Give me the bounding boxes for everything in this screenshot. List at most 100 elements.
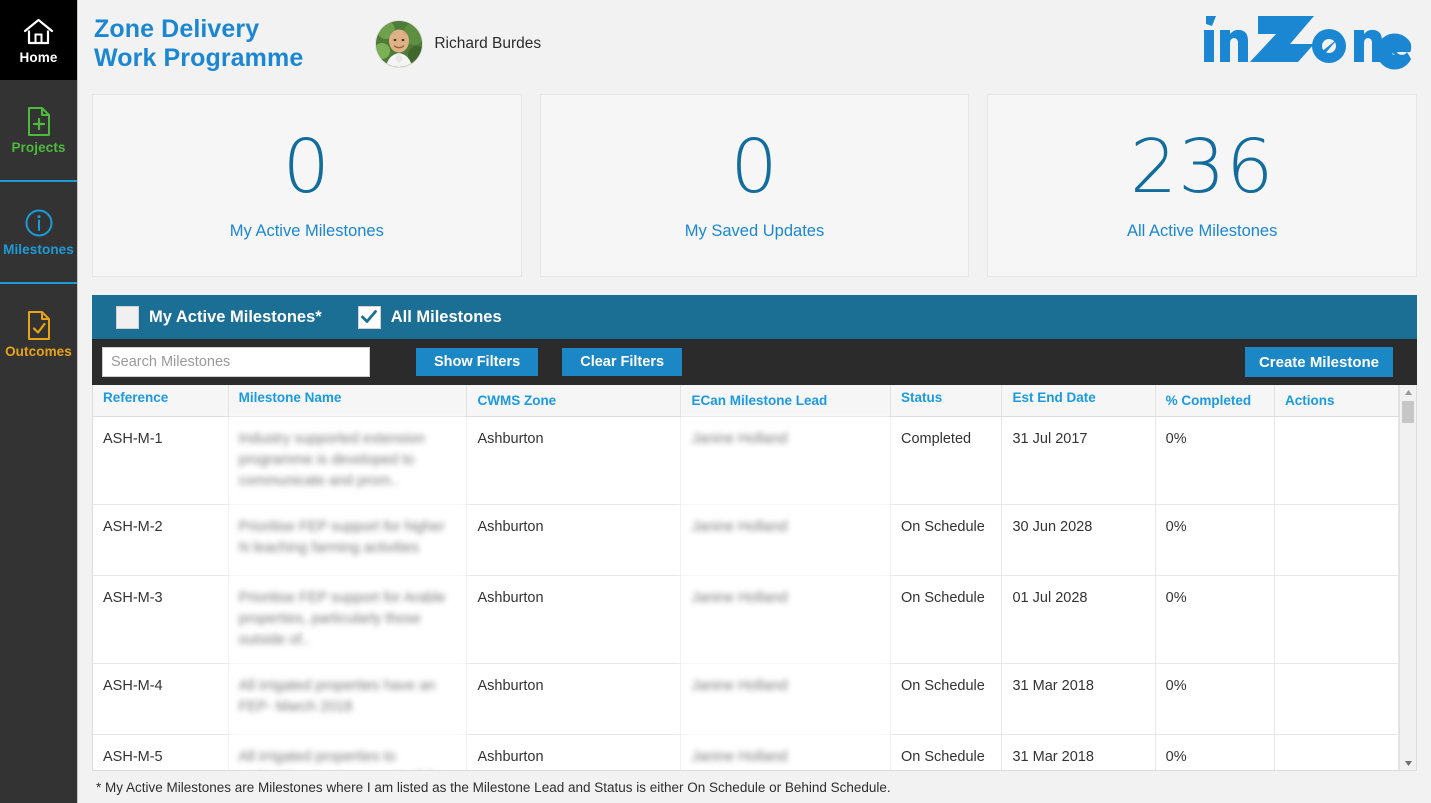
cell-status: On Schedule [890, 663, 1003, 736]
sidebar-item-label: Outcomes [5, 344, 72, 360]
cell-ecan-lead: Janine Holland [680, 416, 891, 506]
cell-est-end-date: 30 Jun 2028 [1001, 504, 1156, 577]
cell-status: On Schedule [890, 504, 1003, 577]
sidebar: Home Projects Milestones Outcomes [0, 0, 78, 803]
svg-text:e: e [1383, 22, 1413, 70]
avatar [376, 21, 423, 67]
milestones-table: Reference Milestone Name CWMS Zone ECan … [93, 385, 1399, 770]
cell-actions[interactable] [1274, 734, 1399, 770]
column-header-actions[interactable]: Actions [1274, 385, 1399, 417]
cell-milestone-name: Prioritise FEP support for higher N leac… [228, 504, 468, 577]
table-row[interactable]: ASH-M-4 All irrigated properties have an… [93, 663, 1399, 736]
column-header-cwms-zone[interactable]: CWMS Zone [466, 385, 682, 417]
filter-panel: My Active Milestones* All Milestones Sho… [92, 295, 1417, 385]
card-all-active-milestones[interactable]: 236 All Active Milestones [987, 94, 1418, 277]
scroll-up-arrow-icon[interactable] [1404, 385, 1413, 399]
checkbox-all-milestones[interactable] [357, 305, 381, 329]
cell-status: On Schedule [890, 734, 1003, 770]
table-row[interactable]: ASH-M-5 All irrigated properties to unde… [93, 734, 1399, 770]
milestones-table-container: Reference Milestone Name CWMS Zone ECan … [92, 385, 1417, 771]
cell-percent-completed: 0% [1155, 663, 1276, 736]
cell-est-end-date: 31 Mar 2018 [1001, 663, 1156, 736]
table-row[interactable]: ASH-M-1 Industry supported extension pro… [93, 416, 1399, 506]
card-label: All Active Milestones [1126, 222, 1278, 240]
table-header: Reference Milestone Name CWMS Zone ECan … [93, 385, 1399, 417]
document-plus-icon [26, 105, 52, 137]
cell-cwms-zone: Ashburton [466, 734, 682, 770]
cell-cwms-zone: Ashburton [466, 504, 682, 577]
table-row[interactable]: ASH-M-3 Prioritise FEP support for Arabl… [93, 575, 1399, 665]
column-header-percent-completed[interactable]: % Completed [1155, 385, 1276, 417]
cell-ecan-lead: Janine Holland [680, 504, 891, 577]
user-name: Richard Burdes [434, 35, 542, 52]
column-header-status[interactable]: Status [890, 385, 1003, 417]
cell-milestone-name: Industry supported extension programme i… [228, 416, 468, 506]
cell-percent-completed: 0% [1155, 734, 1276, 770]
card-value: 236 [1130, 124, 1275, 210]
cell-milestone-name: Prioritise FEP support for Arable proper… [228, 575, 468, 665]
cell-ecan-lead: Janine Holland [680, 663, 891, 736]
cell-percent-completed: 0% [1155, 416, 1276, 506]
filter-checkbox-row: My Active Milestones* All Milestones [92, 295, 1417, 339]
cell-status: Completed [890, 416, 1003, 506]
cell-actions[interactable] [1274, 416, 1399, 506]
info-circle-icon [24, 207, 54, 239]
table-vertical-scrollbar[interactable] [1399, 385, 1416, 770]
cell-status: On Schedule [890, 575, 1003, 665]
user-block[interactable]: Richard Burdes [376, 21, 541, 67]
checkbox-my-active-milestones[interactable] [116, 305, 139, 329]
cell-percent-completed: 0% [1155, 575, 1276, 665]
column-header-est-end-date[interactable]: Est End Date [1001, 385, 1156, 417]
cell-actions[interactable] [1274, 575, 1399, 665]
sidebar-item-label: Milestones [3, 242, 74, 258]
cell-reference: ASH-M-4 [93, 663, 229, 736]
sidebar-item-outcomes[interactable]: Outcomes [0, 284, 77, 384]
table-body: ASH-M-1 Industry supported extension pro… [93, 416, 1399, 770]
sidebar-item-label: Projects [11, 140, 66, 156]
cell-est-end-date: 31 Mar 2018 [1001, 734, 1156, 770]
card-label: My Active Milestones [229, 222, 384, 240]
card-my-saved-updates[interactable]: 0 My Saved Updates [539, 94, 970, 277]
checkbox-my-active-label: My Active Milestones* [149, 307, 322, 326]
page-title: Zone Delivery Work Programme [94, 14, 304, 72]
cell-reference: ASH-M-3 [93, 575, 229, 665]
sidebar-item-projects[interactable]: Projects [0, 80, 77, 180]
app-root: Home Projects Milestones Outcomes Zone D… [0, 0, 1431, 803]
scroll-down-arrow-icon[interactable] [1404, 756, 1413, 770]
column-header-milestone-name[interactable]: Milestone Name [228, 385, 468, 417]
card-my-active-milestones[interactable]: 0 My Active Milestones [92, 94, 522, 277]
column-header-reference[interactable]: Reference [93, 385, 229, 417]
check-icon [361, 310, 378, 323]
card-value: 0 [730, 124, 779, 210]
card-label: My Saved Updates [684, 222, 825, 240]
checkbox-all-milestones-label: All Milestones [390, 307, 502, 326]
create-milestone-button[interactable]: Create Milestone [1244, 347, 1393, 377]
table-row[interactable]: ASH-M-2 Prioritise FEP support for highe… [93, 504, 1399, 577]
cell-cwms-zone: Ashburton [466, 663, 682, 736]
sidebar-item-label: Home [19, 50, 58, 66]
cell-percent-completed: 0% [1155, 504, 1276, 577]
main-content: Zone Delivery Work Programme Richard Bur… [78, 0, 1431, 803]
cell-actions[interactable] [1274, 663, 1399, 736]
cell-cwms-zone: Ashburton [466, 416, 682, 506]
cell-milestone-name: All irrigated properties to undertake an… [228, 734, 468, 770]
cell-cwms-zone: Ashburton [466, 575, 682, 665]
stat-cards: 0 My Active Milestones 0 My Saved Update… [78, 88, 1431, 277]
clear-filters-button[interactable]: Clear Filters [562, 348, 683, 376]
footnote: * My Active Milestones are Milestones wh… [78, 771, 1431, 803]
cell-reference: ASH-M-2 [93, 504, 229, 577]
cell-est-end-date: 01 Jul 2028 [1001, 575, 1156, 665]
sidebar-item-milestones[interactable]: Milestones [0, 182, 77, 282]
scrollbar-thumb[interactable] [1402, 401, 1414, 423]
cell-actions[interactable] [1274, 504, 1399, 577]
sidebar-item-home[interactable]: Home [0, 0, 77, 80]
cell-reference: ASH-M-5 [93, 734, 229, 770]
home-icon [23, 15, 54, 47]
page-header: Zone Delivery Work Programme Richard Bur… [78, 0, 1431, 88]
search-input[interactable] [102, 347, 370, 377]
column-header-ecan-milestone-lead[interactable]: ECan Milestone Lead [680, 385, 891, 417]
cell-reference: ASH-M-1 [93, 416, 229, 506]
cell-ecan-lead: Janine Holland [680, 575, 891, 665]
show-filters-button[interactable]: Show Filters [416, 348, 539, 376]
table-header-row: Reference Milestone Name CWMS Zone ECan … [93, 385, 1399, 417]
